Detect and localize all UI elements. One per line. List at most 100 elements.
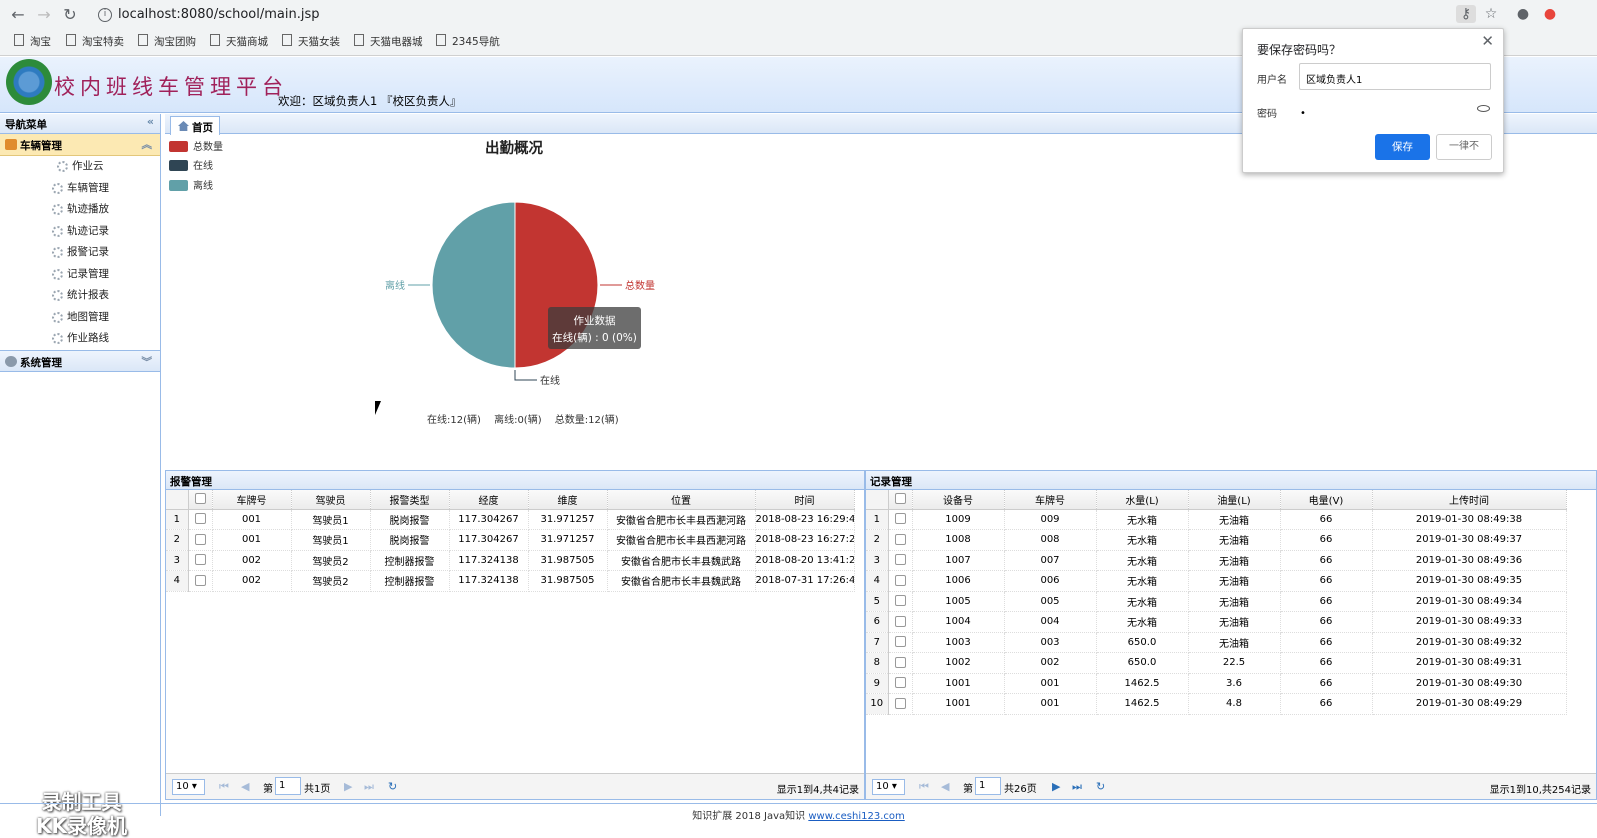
page-size-select[interactable]: 10 ▾ [172,779,205,795]
pie-slice-2[interactable] [431,201,516,369]
legend-item-total[interactable]: 总数量 [169,138,223,153]
eye-icon[interactable] [1477,105,1490,112]
table-row[interactable]: 2 001 驾驶员1 脱岗报警 117.304267 31.971257 安徽省合肥市长丰县… [166,529,855,551]
bookmark-tmall-women[interactable]: 天猫女装 [282,34,340,49]
notification-icon[interactable]: ● [1541,5,1559,23]
table-row[interactable]: 5 1005 005 无水箱 无油箱 66 2019-01-30 08:49:34 [866,591,1567,612]
checkbox[interactable] [894,493,906,505]
prev-page-icon[interactable]: ◀ [941,780,949,793]
username-field[interactable]: 区域负责人1 [1299,63,1491,90]
password-field[interactable]: • [1300,108,1306,119]
never-button[interactable]: 一律不 [1436,134,1492,160]
checkbox[interactable] [894,636,906,648]
row-checkbox-cell[interactable] [888,550,913,571]
checkbox[interactable] [194,513,206,525]
refresh-icon[interactable]: ↻ [1096,780,1105,793]
checkbox[interactable] [894,615,906,627]
row-checkbox-cell[interactable] [188,509,213,530]
column-header[interactable]: 上传时间 [1372,490,1567,510]
row-checkbox-cell[interactable] [188,529,213,551]
back-icon[interactable]: ← [8,5,28,25]
row-checkbox-cell[interactable] [888,652,913,674]
column-header[interactable]: 驾驶员 [291,490,371,510]
key-icon[interactable]: ⚷ [1456,5,1476,23]
table-row[interactable]: 10 1001 001 1462.5 4.8 66 2019-01-30 08:49:29 [866,693,1567,715]
next-page-icon[interactable]: ▶ [1052,780,1060,793]
checkbox[interactable] [894,513,906,525]
row-checkbox-cell[interactable] [888,632,913,653]
column-header[interactable]: 车牌号 [212,490,292,510]
accordion-system-management[interactable]: 系统管理 ︾ [0,349,160,372]
column-header[interactable]: 时间 [755,490,855,510]
collapse-icon[interactable]: « [147,115,154,128]
table-row[interactable]: 1 001 驾驶员1 脱岗报警 117.304267 31.971257 安徽省合肥市长丰县… [166,509,855,530]
prev-page-icon[interactable]: ◀ [241,780,249,793]
row-checkbox-cell[interactable] [888,693,913,715]
checkbox[interactable] [894,697,906,709]
address-bar[interactable]: i localhost:8080/school/main.jsp [92,3,1482,27]
table-row[interactable]: 3 1007 007 无水箱 无油箱 66 2019-01-30 08:49:36 [866,550,1567,571]
bookmark-taobao-tuangou[interactable]: 淘宝团购 [138,34,196,49]
sidebar-item-record-mgmt[interactable]: 记录管理 [0,264,160,286]
checkbox[interactable] [194,533,206,545]
row-checkbox-cell[interactable] [888,673,913,694]
table-row[interactable]: 8 1002 002 650.0 22.5 66 2019-01-30 08:49:31 [866,652,1567,674]
table-row[interactable]: 6 1004 004 无水箱 无油箱 66 2019-01-30 08:49:33 [866,611,1567,633]
column-header[interactable]: 维度 [528,490,608,510]
close-icon[interactable]: ✕ [1481,32,1494,50]
row-checkbox-cell[interactable] [888,529,913,551]
checkbox[interactable] [194,554,206,566]
bookmark-tmall[interactable]: 天猫商城 [210,34,268,49]
next-page-icon[interactable]: ▶ [344,780,352,793]
column-header[interactable]: 经度 [449,490,529,510]
page-size-select[interactable]: 10 ▾ [872,779,905,795]
table-row[interactable]: 2 1008 008 无水箱 无油箱 66 2019-01-30 08:49:37 [866,529,1567,551]
star-icon[interactable]: ☆ [1482,5,1500,23]
row-checkbox-cell[interactable] [888,611,913,633]
sidebar-item-route[interactable]: 作业路线 [0,328,160,350]
checkbox[interactable] [894,554,906,566]
checkbox[interactable] [194,493,206,505]
table-row[interactable]: 4 1006 006 无水箱 无油箱 66 2019-01-30 08:49:35 [866,570,1567,592]
sidebar-item-zuoyeyun[interactable]: 作业云 [0,156,160,178]
page-input[interactable]: 1 [975,777,1001,795]
checkbox[interactable] [894,533,906,545]
column-header[interactable]: 车牌号 [1004,490,1097,510]
column-header[interactable]: 位置 [607,490,756,510]
checkbox[interactable] [894,677,906,689]
first-page-icon[interactable]: ⏮ [219,780,229,794]
sidebar-item-track-record[interactable]: 轨迹记录 [0,221,160,243]
row-checkbox-cell[interactable] [888,509,913,530]
bookmark-2345[interactable]: 2345导航 [436,34,500,49]
table-row[interactable]: 9 1001 001 1462.5 3.6 66 2019-01-30 08:49:30 [866,673,1567,694]
tab-home[interactable]: 首页 [170,116,220,135]
bookmark-taobao-temai[interactable]: 淘宝特卖 [66,34,124,49]
legend-item-offline[interactable]: 离线 [169,177,213,192]
sidebar-item-stats[interactable]: 统计报表 [0,285,160,307]
bookmark-taobao[interactable]: 淘宝 [14,34,51,49]
refresh-icon[interactable]: ↻ [388,780,397,793]
table-row[interactable]: 3 002 驾驶员2 控制器报警 117.324138 31.987505 安徽省合肥市长丰… [166,550,855,571]
row-checkbox-cell[interactable] [188,570,213,592]
row-checkbox-cell[interactable] [888,591,913,612]
column-header[interactable]: 电量(V) [1280,490,1373,510]
column-header[interactable]: 报警类型 [370,490,450,510]
footer-link[interactable]: www.ceshi123.com [808,811,904,822]
table-row[interactable]: 7 1003 003 650.0 无油箱 66 2019-01-30 08:49:32 [866,632,1567,653]
row-checkbox-cell[interactable] [188,550,213,571]
checkbox[interactable] [894,656,906,668]
checkbox[interactable] [894,595,906,607]
pie-chart[interactable]: 总数量在线 离线作业数据在线(辆) : 0 (0%) [370,190,690,390]
info-icon[interactable]: i [98,8,112,22]
select-all-header[interactable] [188,490,213,510]
table-row[interactable]: 4 002 驾驶员2 控制器报警 117.324138 31.987505 安徽省合肥市长丰… [166,570,855,592]
bookmark-tmall-electric[interactable]: 天猫电器城 [354,34,423,49]
select-all-header[interactable] [888,490,913,510]
first-page-icon[interactable]: ⏮ [919,780,929,794]
accordion-vehicle-management[interactable]: 车辆管理 ︽ [0,134,160,156]
sidebar-item-alarm-record[interactable]: 报警记录 [0,242,160,264]
checkbox[interactable] [894,574,906,586]
account-icon[interactable]: ● [1514,5,1532,23]
legend-item-online[interactable]: 在线 [169,157,213,172]
sidebar-item-map[interactable]: 地图管理 [0,307,160,329]
